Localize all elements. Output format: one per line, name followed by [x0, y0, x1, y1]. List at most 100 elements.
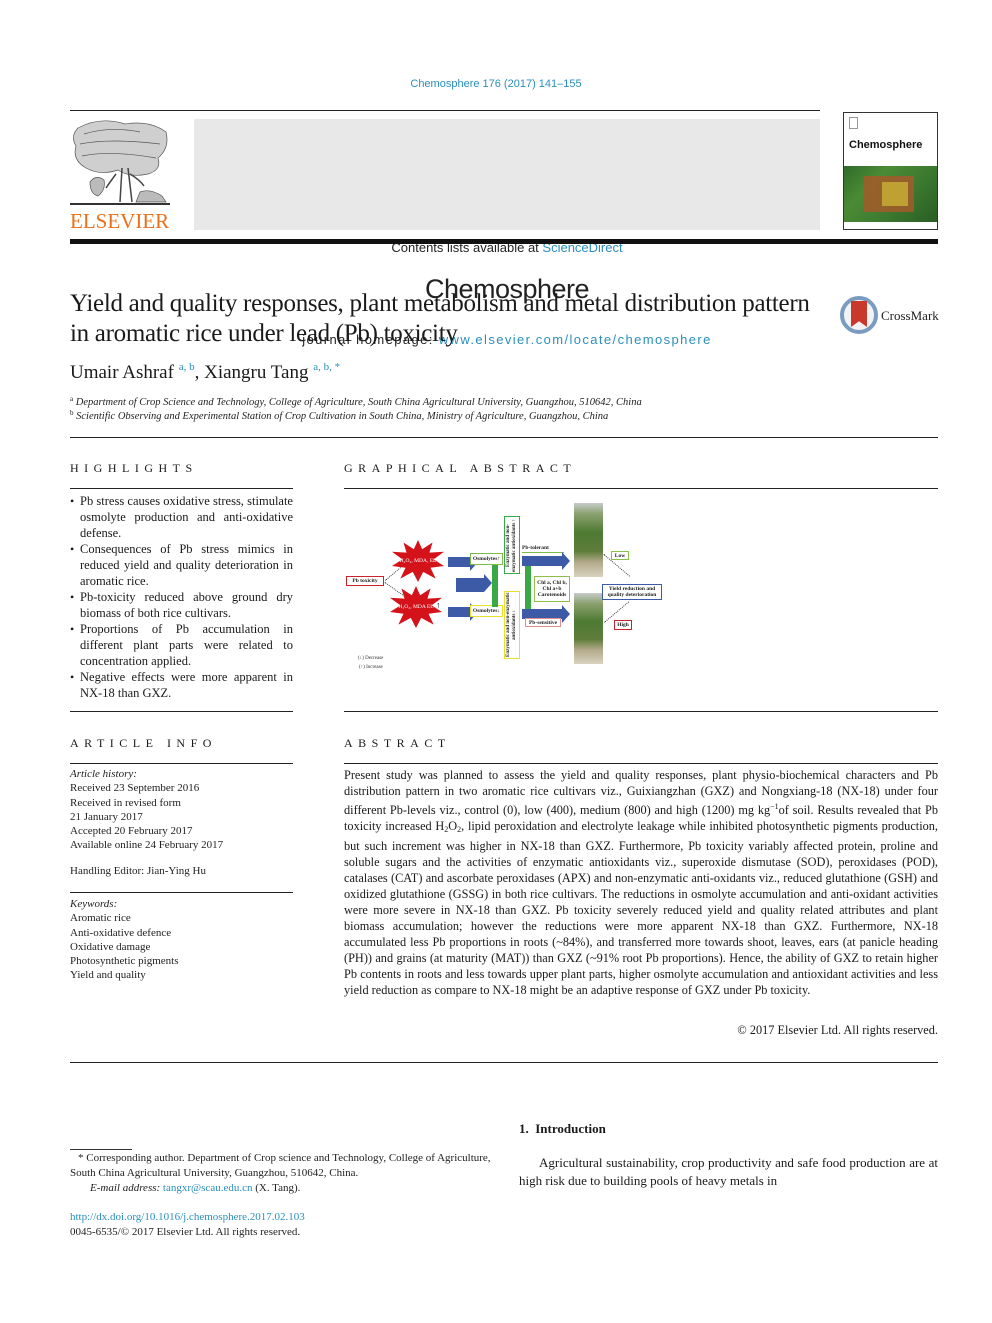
journal-citation[interactable]: Chemosphere 176 (2017) 141–155 [0, 78, 992, 90]
email-label: E-mail address: [90, 1182, 163, 1194]
history-entry: Available online 24 February 2017 [70, 839, 224, 852]
affiliation-b: b Scientific Observing and Experimental … [70, 409, 608, 422]
introduction-text: Agricultural sustainability, crop produc… [519, 1155, 938, 1188]
doi-link[interactable]: http://dx.doi.org/10.1016/j.chemosphere.… [70, 1211, 305, 1223]
affiliation-a: a Department of Crop Science and Technol… [70, 395, 642, 408]
article-history: Article history: Received 23 September 2… [70, 767, 293, 853]
elsevier-tree-icon [70, 118, 170, 210]
affiliation-text: Department of Crop Science and Technolog… [75, 397, 642, 408]
pb-toxicity-box: Pb toxicity [346, 576, 384, 586]
oxidative-stress-star-top: H₂O₂, MDA, EL [392, 540, 444, 582]
issn-copyright: 0045-6535/© 2017 Elsevier Ltd. All right… [70, 1226, 301, 1238]
legend-increase: (↑) Increase [359, 665, 383, 670]
blue-arrow-right-large [456, 574, 492, 592]
affiliation-text: Scientific Observing and Experimental St… [76, 411, 609, 422]
journal-header-banner: Contents lists available at ScienceDirec… [194, 119, 820, 347]
footnote-rule [70, 1149, 132, 1150]
history-entry: 21 January 2017 [70, 810, 143, 823]
abstract-superscript: −1 [770, 802, 779, 811]
keyword: Oxidative damage [70, 940, 151, 953]
corresponding-author-note: * Corresponding author. Department of Cr… [70, 1152, 491, 1179]
introduction-heading: 1. Introduction [519, 1121, 606, 1136]
abstract-text-segment: O [448, 819, 458, 833]
legend-decrease: (↓) Decrease [358, 656, 384, 661]
blue-arrow-right [522, 552, 570, 570]
handling-editor: Handling Editor: Jian-Ying Hu [70, 865, 206, 877]
history-entry: Accepted 20 February 2017 [70, 825, 193, 838]
email-line: E-mail address: tangxr@scau.edu.cn (X. T… [70, 1181, 495, 1196]
email-suffix: (X. Tang). [252, 1182, 301, 1194]
keywords-label: Keywords: [70, 898, 118, 910]
high-level-label: High [614, 620, 632, 630]
increase-arrow-icon: ↑ [436, 600, 441, 610]
crossmark-label: CrossMark [881, 308, 939, 323]
cover-leaves-image [844, 166, 937, 222]
highlight-item: Pb-toxicity reduced above ground dry bio… [70, 589, 293, 621]
pb-sensitive-label: Pb-sensitive [525, 618, 561, 627]
front-matter-rule [70, 1062, 938, 1063]
history-entry: Received 23 September 2016 [70, 782, 200, 795]
highlights-heading: HIGHLIGHTS [70, 461, 198, 475]
green-connector-bar [492, 565, 498, 607]
highlights-rule-bottom [70, 711, 293, 712]
graphical-abstract-heading: GRAPHICAL ABSTRACT [344, 461, 577, 475]
pb-tolerant-label: Pb-tolerant [522, 544, 564, 553]
keywords-block: Keywords: Aromatic rice Anti-oxidative d… [70, 897, 293, 983]
author-affiliation-marks[interactable]: a, b, * [313, 361, 340, 373]
author-affiliation-marks[interactable]: a, b [179, 361, 195, 373]
article-info-heading: ARTICLE INFO [70, 736, 217, 750]
graphical-abstract-rule-top [344, 488, 938, 489]
title-block-rule [70, 437, 938, 438]
keyword: Aromatic rice [70, 912, 131, 925]
highlight-item: Proportions of Pb accumulation in differ… [70, 621, 293, 669]
graphical-abstract-figure[interactable]: Pb toxicity H₂O₂, MDA, EL H₂O₂, MDA EL ↑… [344, 498, 664, 676]
journal-cover-thumbnail[interactable]: Chemosphere [843, 112, 938, 230]
antioxidants-increase-box: Enzymatic and non-enzymatic antioxidants… [504, 516, 520, 574]
cover-title: Chemosphere [849, 139, 923, 151]
abstract-copyright: © 2017 Elsevier Ltd. All rights reserved… [737, 1023, 938, 1037]
header-rule [70, 110, 820, 111]
header-thick-rule [70, 239, 938, 244]
elsevier-wordmark: ELSEVIER [70, 209, 170, 233]
cover-image-highlight [882, 182, 908, 206]
low-level-label: Low [611, 551, 629, 560]
highlights-list: Pb stress causes oxidative stress, stimu… [70, 493, 293, 701]
highlight-item: Negative effects were more apparent in N… [70, 669, 293, 701]
graphical-abstract-rule-bottom [344, 711, 938, 712]
article-title: Yield and quality responses, plant metab… [70, 290, 810, 347]
abstract-heading: ABSTRACT [344, 736, 451, 750]
highlights-rule-top [70, 488, 293, 489]
antioxidants-decrease-box: Enzymatic and non-enzymatic antioxidants… [504, 591, 520, 659]
author-email-link[interactable]: tangxr@scau.edu.cn [163, 1182, 253, 1194]
blue-arrow-right [448, 603, 478, 621]
history-entry: Received in revised form [70, 796, 181, 809]
star-label: H₂O₂, MDA, EL [399, 558, 437, 564]
affiliation-mark: a [70, 395, 74, 403]
abstract-body: Present study was planned to assess the … [344, 767, 938, 998]
keyword: Photosynthetic pigments [70, 955, 179, 968]
author-separator: , [194, 362, 205, 383]
keyword: Anti-oxidative defence [70, 926, 172, 939]
rice-plant-photo-low [574, 503, 603, 577]
star-label: H₂O₂, MDA EL [398, 604, 434, 610]
osmolytes-increase-box: Osmolytes↑ [470, 553, 503, 565]
abstract-text-segment: , lipid peroxidation and electrolyte lea… [344, 819, 938, 997]
cover-emblem-icon [849, 117, 858, 129]
blue-arrow-right [448, 553, 478, 571]
osmolytes-decrease-box: Osmolytes↓ [470, 605, 503, 617]
elsevier-logo[interactable]: ELSEVIER [68, 118, 172, 234]
crossmark-badge[interactable]: CrossMark [840, 295, 940, 337]
keyword: Yield and quality [70, 969, 146, 982]
keywords-rule [70, 892, 293, 893]
author-name: Umair Ashraf [70, 362, 174, 383]
article-history-label: Article history: [70, 768, 137, 780]
yield-reduction-box: Yield reduction and quality deterioratio… [602, 584, 662, 600]
pigments-box: Chl a, Chl b, Chl a+b Carotenoids [534, 576, 570, 602]
affiliation-mark: b [70, 409, 74, 417]
abstract-rule [344, 763, 938, 764]
highlight-item: Pb stress causes oxidative stress, stimu… [70, 493, 293, 541]
author-list: Umair Ashraf a, b, Xiangru Tang a, b, * [70, 361, 340, 384]
highlight-item: Consequences of Pb stress mimics in redu… [70, 541, 293, 589]
green-connector-bar [525, 560, 531, 610]
author-name: Xiangru Tang [204, 362, 309, 383]
